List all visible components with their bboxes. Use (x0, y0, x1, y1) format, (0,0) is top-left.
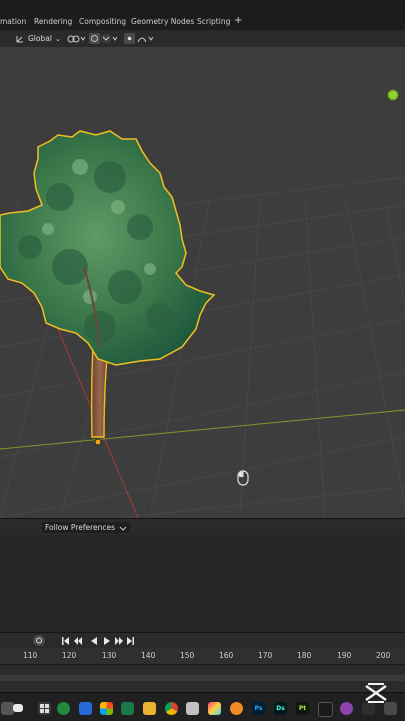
tab-compositing[interactable]: Compositing (79, 17, 126, 26)
3d-viewport[interactable] (0, 47, 405, 518)
substance-painter-icon[interactable]: Pt (296, 702, 309, 715)
frame-ruler[interactable]: 110 120 130 140 150 160 170 180 190 200 (0, 648, 405, 664)
tab-rendering[interactable]: Rendering (34, 17, 72, 26)
window-icon[interactable] (13, 704, 23, 712)
orientation-label: Global (28, 34, 52, 43)
follow-preferences-dropdown[interactable]: Follow Preferences (42, 522, 130, 533)
frame-tick: 110 (23, 651, 38, 660)
app-gradient-icon[interactable] (208, 702, 221, 715)
tab-animation[interactable]: mation (0, 17, 26, 26)
mouse-icon (237, 470, 249, 486)
orientation-axes-icon (16, 35, 23, 42)
record-icon (36, 637, 42, 644)
app-purple-icon[interactable] (340, 702, 353, 715)
frame-tick: 160 (219, 651, 234, 660)
y-axis-line (0, 409, 405, 450)
frame-tick: 190 (337, 651, 352, 660)
frame-tick: 140 (141, 651, 156, 660)
proportional-edit-icon (124, 33, 154, 44)
transport-buttons[interactable] (62, 636, 137, 646)
app-green-icon[interactable] (121, 702, 134, 715)
light-object (387, 89, 399, 101)
chrome-icon[interactable] (165, 702, 178, 715)
chevron-down-icon: ⌄ (54, 34, 61, 43)
xbox-icon[interactable] (57, 702, 70, 715)
photoshop-icon[interactable]: Ps (252, 702, 265, 715)
file-explorer-icon[interactable] (143, 702, 156, 715)
object-origin (94, 438, 102, 446)
copilot-icon[interactable] (100, 702, 113, 715)
proportional-editing-toggle[interactable] (124, 33, 156, 44)
app-blue-icon[interactable] (79, 702, 92, 715)
taskbar: Ps Ds Pt (0, 692, 405, 721)
transform-orientation-dropdown[interactable]: Global ⌄ (15, 33, 61, 44)
timeline-area[interactable] (0, 535, 405, 632)
frame-tick: 130 (102, 651, 117, 660)
track-scrollbar[interactable] (0, 675, 405, 681)
frame-tick: 150 (180, 651, 195, 660)
pivot-point-dropdown[interactable] (67, 33, 87, 44)
next-keyframe-icon (115, 637, 123, 645)
timeline-header: Follow Preferences (0, 518, 405, 536)
frame-tick: 170 (258, 651, 273, 660)
add-workspace-button[interactable]: + (234, 15, 242, 26)
keyframe-track[interactable] (0, 664, 405, 693)
tab-geometry-nodes[interactable]: Geometry Nodes (131, 17, 194, 26)
jump-end-icon (132, 637, 134, 645)
workspace-tab-bar: mation Rendering Compositing Geometry No… (0, 0, 405, 30)
pivot-link-icon (67, 35, 86, 42)
widgets-icon[interactable] (38, 702, 51, 715)
viewport-header: Global ⌄ (0, 30, 405, 47)
snap-icon (89, 33, 118, 44)
frame-tick: 180 (297, 651, 312, 660)
auto-keying-button[interactable] (33, 635, 45, 646)
follow-preferences-label: Follow Preferences (45, 523, 116, 532)
substance-designer-icon[interactable]: Ds (274, 702, 287, 715)
tab-scripting[interactable]: Scripting (197, 17, 230, 26)
frame-tick: 200 (376, 651, 391, 660)
viewport-scene (0, 89, 405, 518)
app-gray-icon[interactable] (186, 702, 199, 715)
prev-keyframe-icon (74, 637, 82, 645)
play-reverse-icon (91, 637, 97, 645)
playback-controls (0, 632, 405, 649)
chevron-down-icon (119, 526, 127, 531)
capcut-logo-icon (365, 683, 387, 703)
frame-tick: 120 (62, 651, 77, 660)
snapping-dropdown[interactable] (89, 33, 119, 44)
play-icon (104, 637, 110, 645)
blender-icon[interactable] (230, 702, 243, 715)
app-dark-icon[interactable] (318, 702, 333, 717)
jump-start-icon (62, 637, 64, 645)
